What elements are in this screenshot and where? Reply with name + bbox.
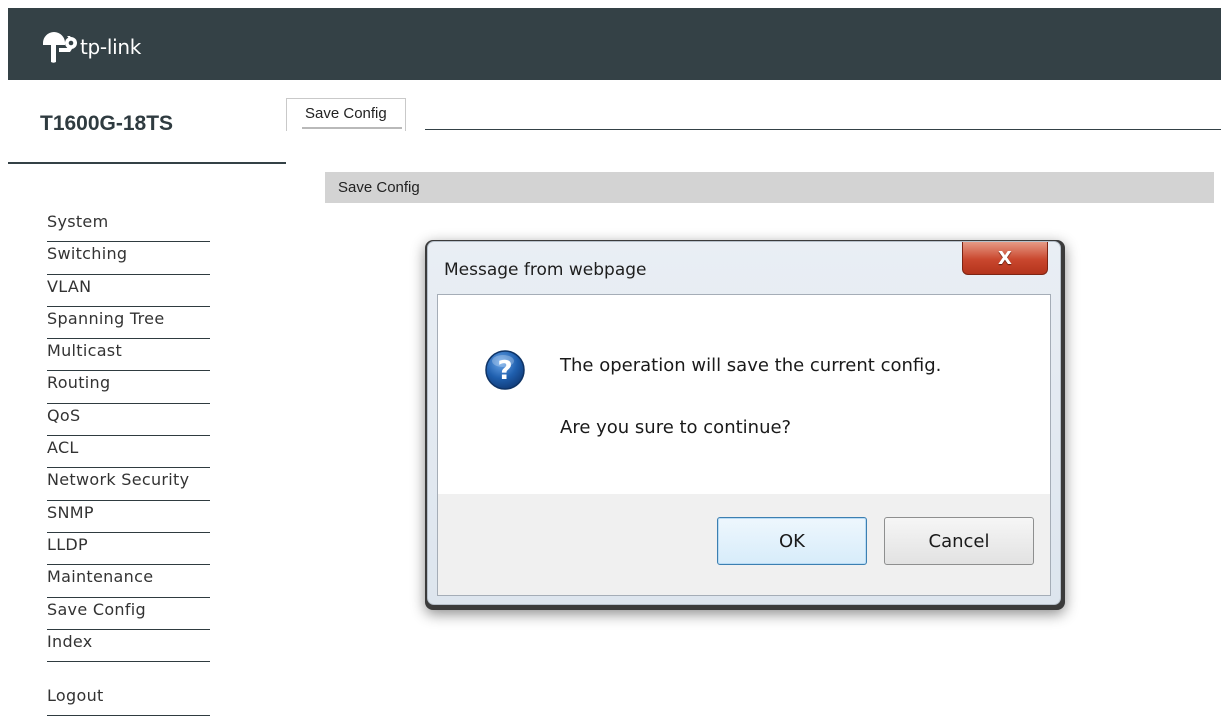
sidebar-item-qos[interactable]: QoS bbox=[47, 404, 210, 437]
sidebar-item-maintenance[interactable]: Maintenance bbox=[47, 565, 210, 598]
cancel-button[interactable]: Cancel bbox=[884, 517, 1034, 565]
sidebar-item-snmp[interactable]: SNMP bbox=[47, 501, 210, 533]
logout-link[interactable]: Logout bbox=[47, 684, 210, 717]
dialog-message-line-2: Are you sure to continue? bbox=[560, 417, 792, 438]
sidebar-item-routing[interactable]: Routing bbox=[47, 371, 210, 404]
top-header-bar: tp-link bbox=[8, 8, 1221, 80]
svg-text:?: ? bbox=[497, 356, 512, 386]
sidebar-item-system[interactable]: System bbox=[47, 210, 210, 243]
tab-strip-divider bbox=[425, 129, 1221, 130]
close-icon: X bbox=[998, 247, 1012, 269]
sidebar-item-spanning-tree[interactable]: Spanning Tree bbox=[47, 307, 210, 340]
tp-link-logo-mark-icon bbox=[43, 32, 77, 63]
confirm-dialog: Message from webpage X ? The operation w… bbox=[427, 241, 1061, 605]
sidebar-item-network-security[interactable]: Network Security bbox=[47, 468, 210, 501]
sidebar-item-multicast[interactable]: Multicast bbox=[47, 339, 210, 372]
model-divider bbox=[8, 162, 286, 164]
section-title: Save Config bbox=[338, 179, 420, 196]
tp-link-logo[interactable]: tp-link bbox=[40, 30, 141, 64]
sidebar-item-lldp[interactable]: LLDP bbox=[47, 533, 210, 566]
sidebar-item-vlan[interactable]: VLAN bbox=[47, 275, 210, 307]
dialog-footer: OK Cancel bbox=[437, 494, 1051, 596]
ok-button[interactable]: OK bbox=[717, 517, 867, 565]
sidebar-item-index[interactable]: Index bbox=[47, 630, 210, 663]
logo-text: tp-link bbox=[80, 35, 142, 59]
sidebar-nav: System Switching VLAN Spanning Tree Mult… bbox=[47, 210, 210, 717]
active-tab-indicator bbox=[302, 127, 402, 129]
device-model-title: T1600G-18TS bbox=[40, 112, 174, 135]
dialog-title: Message from webpage bbox=[444, 260, 647, 280]
section-header-bar: Save Config bbox=[325, 172, 1214, 203]
sidebar-item-save-config[interactable]: Save Config bbox=[47, 598, 210, 630]
dialog-message-line-1: The operation will save the current conf… bbox=[560, 355, 942, 376]
sidebar-item-acl[interactable]: ACL bbox=[47, 436, 210, 469]
dialog-body: ? The operation will save the current co… bbox=[437, 294, 1051, 494]
question-icon: ? bbox=[485, 350, 525, 390]
sidebar-item-switching[interactable]: Switching bbox=[47, 242, 210, 275]
dialog-close-button[interactable]: X bbox=[962, 242, 1048, 275]
